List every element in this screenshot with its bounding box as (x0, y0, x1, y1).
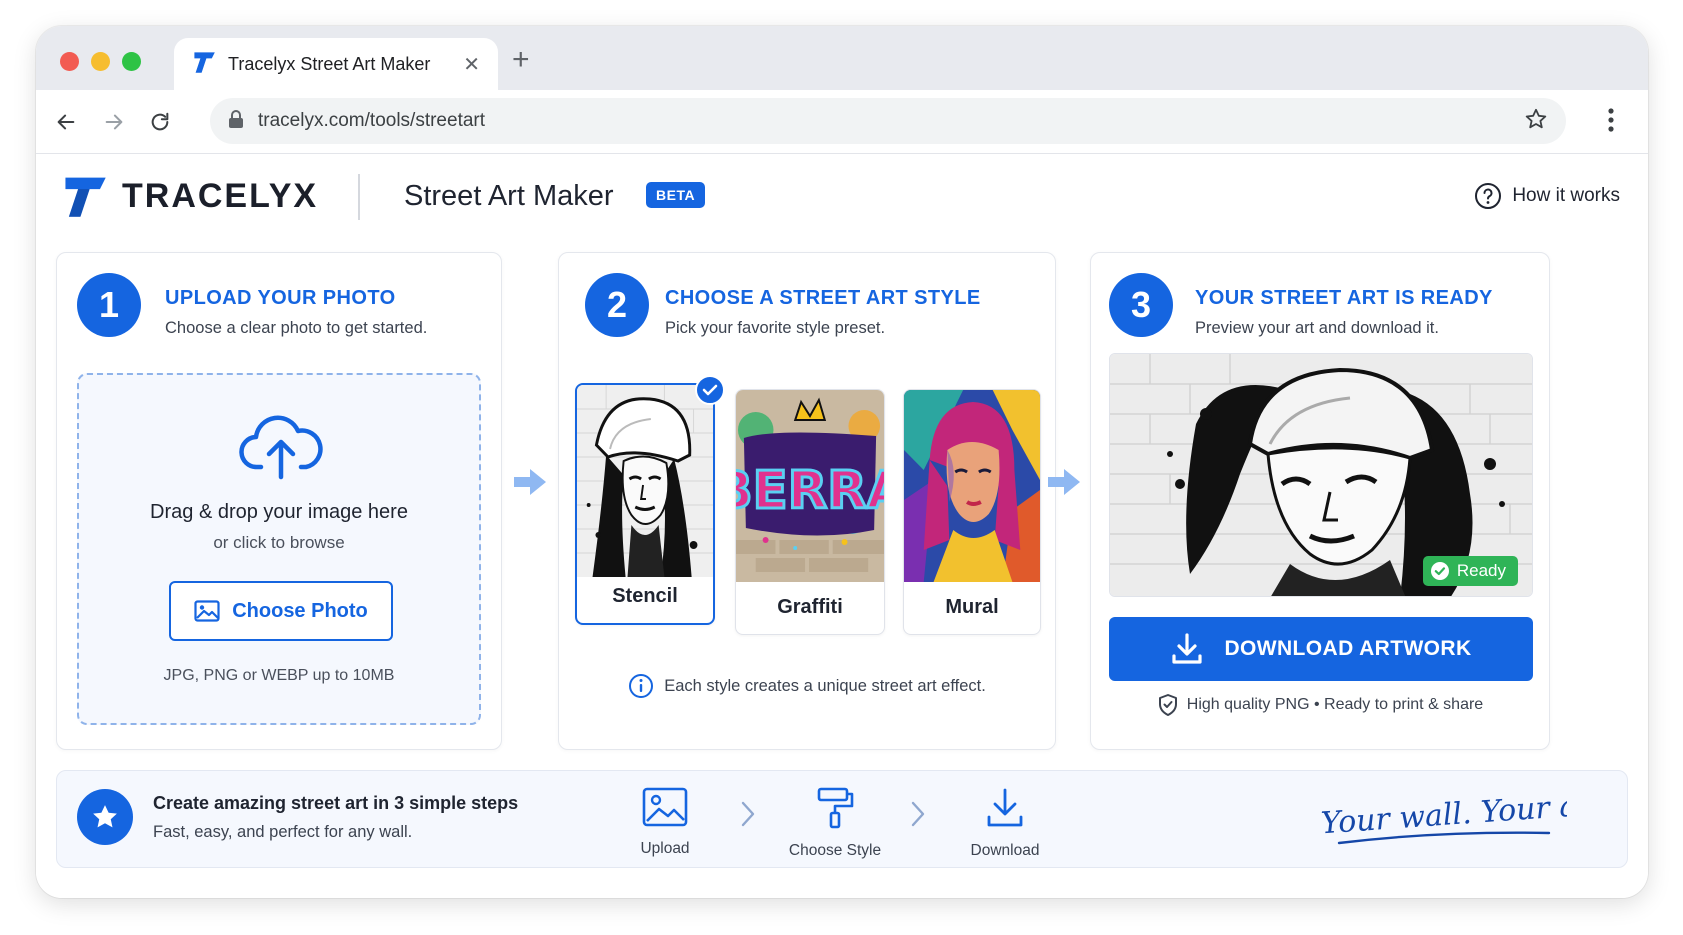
mini-step-choose-style: Choose Style (775, 787, 895, 860)
brand-logo[interactable]: TRACELYX (62, 172, 318, 220)
image-icon (642, 787, 688, 827)
beta-badge: BETA (646, 182, 706, 208)
style-label-graffiti: Graffiti (777, 595, 843, 618)
style-label-stencil: Stencil (612, 584, 678, 607)
lock-icon (228, 109, 244, 133)
header-divider (358, 174, 360, 220)
banner-title: Create amazing street art in 3 simple st… (153, 793, 519, 813)
dropzone-browse-text: or click to browse (213, 533, 345, 552)
paint-roller-icon (817, 787, 854, 829)
mini-step-upload: Upload (605, 787, 725, 858)
style-subtitle: Pick your favorite style preset. (665, 319, 886, 337)
window-controls (60, 52, 141, 71)
minimize-window-button[interactable] (91, 52, 110, 71)
check-circle-icon (1430, 562, 1449, 580)
style-option-mural[interactable]: Mural (903, 389, 1041, 635)
choose-photo-label: Choose Photo (232, 599, 368, 622)
chevron-right-icon (741, 801, 755, 827)
style-label-mural: Mural (945, 595, 999, 618)
info-icon (629, 674, 654, 698)
step-3-badge: 3 (1109, 273, 1173, 337)
browser-window: Tracelyx Street Art Maker ✕ + tracelyx.c… (36, 26, 1648, 898)
ready-label: Ready (1456, 561, 1506, 580)
artwork-preview[interactable]: Ready (1109, 353, 1533, 597)
quality-note: High quality PNG • Ready to print & shar… (1091, 693, 1549, 717)
star-icon (93, 805, 117, 828)
step-2-badge: 2 (585, 273, 649, 337)
star-badge (77, 789, 133, 845)
quality-text: High quality PNG • Ready to print & shar… (1186, 696, 1484, 713)
upload-subtitle: Choose a clear photo to get started. (165, 319, 428, 337)
style-option-stencil[interactable]: Stencil (575, 383, 715, 625)
brand-name: TRACELYX (122, 176, 319, 215)
stencil-preview-image (577, 385, 713, 577)
style-title: CHOOSE A STREET ART STYLE (665, 287, 981, 309)
reload-icon[interactable] (144, 106, 176, 138)
graffiti-preview-image: BERRA (736, 390, 884, 582)
graffiti-letters: BERRA (736, 461, 884, 521)
result-subtitle: Preview your art and download it. (1195, 319, 1439, 337)
close-window-button[interactable] (60, 52, 79, 71)
dropzone-text: Drag & drop your image here (150, 501, 408, 523)
chevron-right-icon (911, 801, 925, 827)
result-title: YOUR STREET ART IS READY (1195, 287, 1493, 309)
page-title: Street Art Maker (404, 180, 614, 212)
cloud-upload-icon (239, 415, 323, 480)
bookmark-star-icon[interactable] (1524, 107, 1548, 136)
banner-subtitle: Fast, easy, and perfect for any wall. (153, 823, 413, 841)
maximize-window-button[interactable] (122, 52, 141, 71)
tracelyx-logo-icon (65, 177, 106, 217)
browser-tab[interactable]: Tracelyx Street Art Maker ✕ (174, 38, 498, 90)
shield-check-icon (1158, 694, 1177, 716)
download-icon (987, 788, 1023, 827)
steps-banner: Create amazing street art in 3 simple st… (56, 770, 1628, 868)
photo-dropzone[interactable]: Drag & drop your image here or click to … (77, 373, 481, 725)
app-header: TRACELYX Street Art Maker BETA How it wo… (36, 154, 1648, 238)
page-content: TRACELYX Street Art Maker BETA How it wo… (36, 154, 1648, 898)
arrow-right-icon (1048, 469, 1080, 495)
image-icon (194, 600, 220, 622)
new-tab-button[interactable]: + (512, 43, 530, 77)
url-text: tracelyx.com/tools/streetart (258, 110, 486, 131)
back-icon[interactable] (50, 106, 82, 138)
help-icon (1475, 183, 1502, 209)
step-1-badge: 1 (77, 273, 141, 337)
style-option-graffiti[interactable]: BERRA Graffiti (735, 389, 885, 635)
browser-menu-icon[interactable] (1608, 108, 1614, 137)
style-info-text: Each style creates a unique street art e… (664, 676, 986, 695)
how-it-works-link[interactable]: How it works (1474, 182, 1620, 210)
download-icon (1172, 633, 1203, 664)
how-it-works-label: How it works (1512, 185, 1620, 206)
mini-step-download: Download (945, 787, 1065, 860)
download-artwork-label: DOWNLOAD ARTWORK (1224, 637, 1472, 660)
tab-close-icon[interactable]: ✕ (463, 52, 480, 77)
file-format-note: JPG, PNG or WEBP up to 10MB (163, 667, 395, 684)
mini-step-download-label: Download (970, 842, 1040, 859)
mural-preview-image (904, 390, 1040, 582)
upload-title: UPLOAD YOUR PHOTO (165, 287, 396, 309)
forward-icon[interactable] (98, 106, 130, 138)
tab-strip: Tracelyx Street Art Maker ✕ + (36, 26, 1648, 90)
mini-step-upload-label: Upload (640, 840, 690, 857)
tab-title: Tracelyx Street Art Maker (228, 53, 431, 74)
browser-toolbar: tracelyx.com/tools/streetart (36, 90, 1648, 154)
favicon-icon (192, 50, 216, 79)
download-artwork-button[interactable]: DOWNLOAD ARTWORK (1109, 617, 1533, 681)
arrow-right-icon (514, 469, 546, 495)
result-card: 3 YOUR STREET ART IS READY Preview your … (1090, 252, 1550, 750)
mini-step-choose-style-label: Choose Style (788, 842, 882, 859)
selected-check-icon (695, 375, 725, 405)
upload-card: 1 UPLOAD YOUR PHOTO Choose a clear photo… (56, 252, 502, 750)
address-bar[interactable]: tracelyx.com/tools/streetart (210, 98, 1566, 144)
style-info-note: Each style creates a unique street art e… (559, 673, 1055, 699)
ready-badge: Ready (1422, 556, 1518, 586)
style-card: 2 CHOOSE A STREET ART STYLE Pick your fa… (558, 252, 1056, 750)
choose-photo-button[interactable]: Choose Photo (169, 581, 393, 641)
slogan-handwritten: Your wall. Your art. (1320, 787, 1567, 845)
